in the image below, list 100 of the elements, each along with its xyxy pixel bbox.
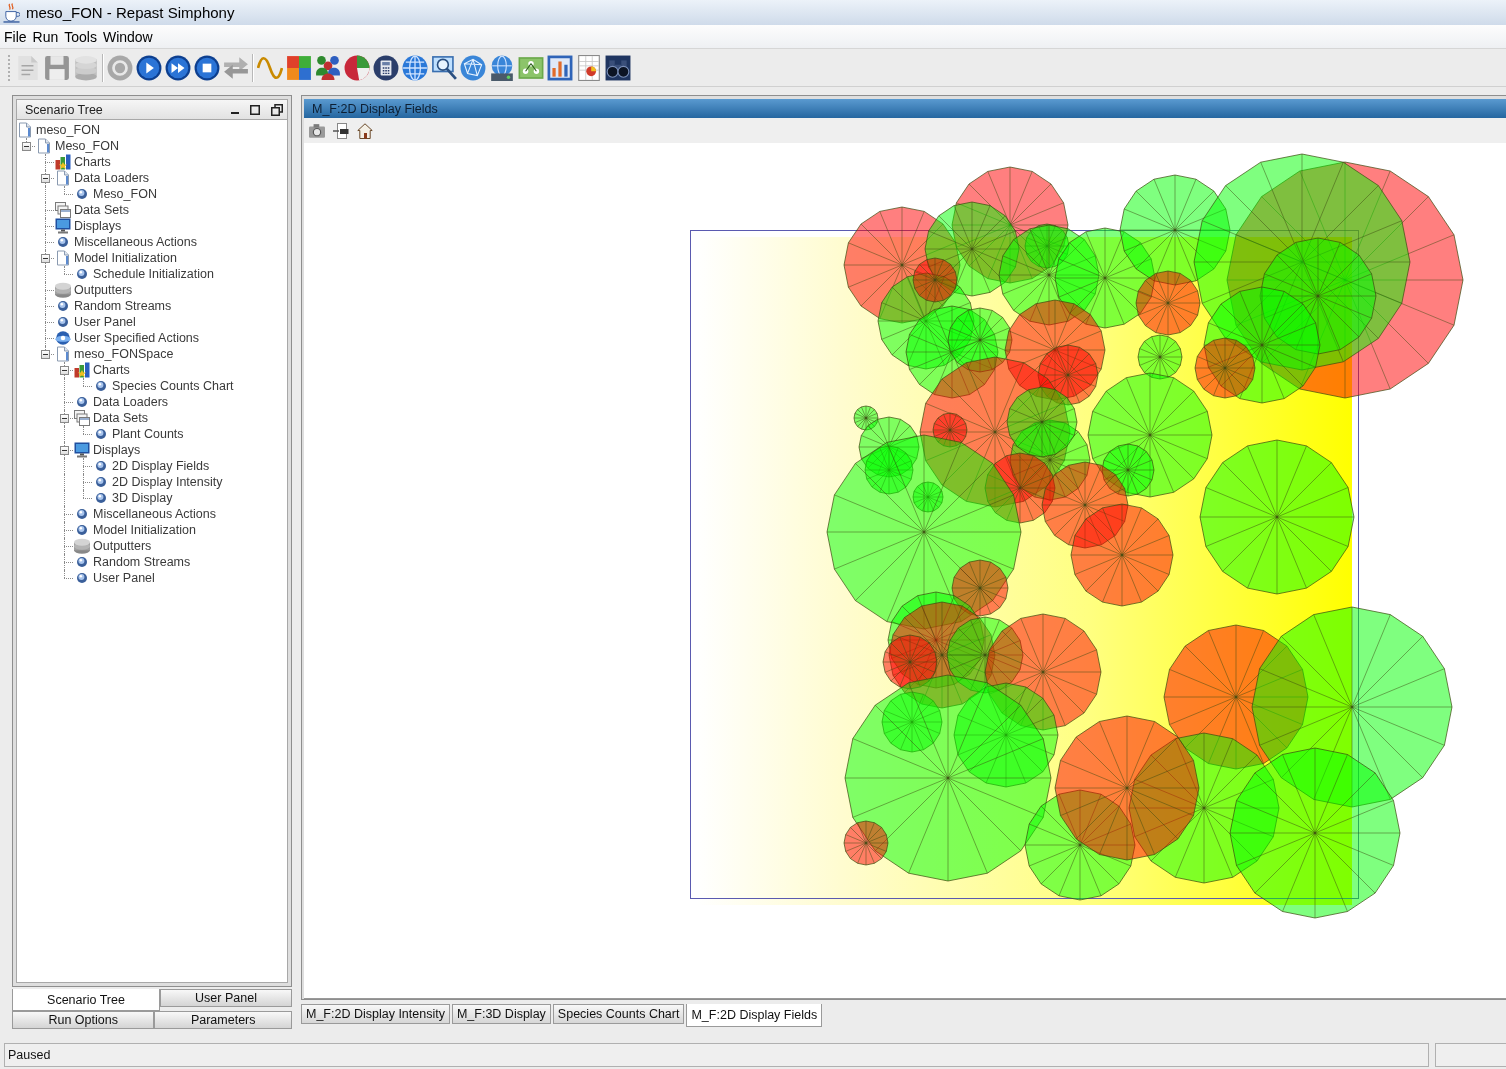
sphere-icon xyxy=(77,557,87,567)
monitor-icon xyxy=(55,218,71,234)
fast-forward-icon[interactable] xyxy=(165,54,191,81)
sphere-icon xyxy=(96,461,106,471)
windows-icon xyxy=(55,202,71,218)
tree-item[interactable]: 3D Display xyxy=(93,490,173,506)
tree-item[interactable]: Miscellaneous Actions xyxy=(74,506,216,522)
tree-item[interactable]: Model Initialization xyxy=(55,250,177,266)
document-icon xyxy=(55,250,71,266)
sphere-icon xyxy=(77,189,87,199)
tree-item[interactable]: Charts xyxy=(55,154,111,170)
collapse-toggle[interactable] xyxy=(60,366,69,375)
tree-item[interactable]: Plant Counts xyxy=(93,426,184,442)
tab[interactable]: User Panel xyxy=(160,989,292,1007)
tree-item[interactable]: Data Loaders xyxy=(74,394,169,410)
tab[interactable]: Scenario Tree xyxy=(12,989,160,1011)
tree-item[interactable]: Displays xyxy=(74,442,141,458)
tree-item[interactable]: User Specified Actions xyxy=(55,330,200,346)
magnifier-icon[interactable] xyxy=(431,54,457,81)
document-icon xyxy=(36,138,52,154)
collapse-toggle[interactable] xyxy=(22,142,31,151)
menu-item[interactable]: Run xyxy=(29,28,62,45)
spreadsheet-icon[interactable] xyxy=(576,54,602,81)
tree-item[interactable]: Species Counts Chart xyxy=(93,378,234,394)
sphere-icon xyxy=(77,397,87,407)
tree-item[interactable]: Charts xyxy=(74,362,130,378)
tab[interactable]: Species Counts Chart xyxy=(552,1004,685,1024)
tree-item[interactable]: meso_FON xyxy=(17,122,100,138)
document-icon xyxy=(55,346,71,362)
play-icon[interactable] xyxy=(136,54,162,81)
collapse-toggle[interactable] xyxy=(41,350,50,359)
tree-item[interactable]: Random Streams xyxy=(55,298,172,314)
chart-icon xyxy=(74,362,90,378)
panel-title: Scenario Tree xyxy=(25,102,104,117)
tree-item[interactable]: Random Streams xyxy=(74,554,191,570)
sphere-icon xyxy=(77,573,87,583)
network-icon[interactable] xyxy=(518,54,544,81)
tree-item[interactable]: 2D Display Fields xyxy=(93,458,210,474)
sphere-icon xyxy=(77,509,87,519)
tree-item[interactable]: Meso_FON xyxy=(36,138,119,154)
sphere-icon xyxy=(96,381,106,391)
people-icon[interactable] xyxy=(315,54,341,81)
network-globe-icon[interactable] xyxy=(460,54,486,81)
menu-item[interactable]: Tools xyxy=(61,28,100,45)
stop-icon[interactable] xyxy=(194,54,220,81)
tree-item[interactable]: Outputters xyxy=(74,538,152,554)
tree-item[interactable]: Outputters xyxy=(55,282,133,298)
display-title: M_F:2D Display Fields xyxy=(312,101,438,116)
sphere-icon xyxy=(58,237,68,247)
sphere-icon xyxy=(96,477,106,487)
collapse-toggle[interactable] xyxy=(60,446,69,455)
tab[interactable]: M_F:2D Display Fields xyxy=(686,1004,823,1027)
chart-icon xyxy=(55,154,71,170)
tab[interactable]: M_F:3D Display xyxy=(451,1004,551,1024)
sphere-arrows-icon xyxy=(55,330,71,346)
tree-item[interactable]: User Panel xyxy=(74,570,155,586)
document-arrow-icon[interactable] xyxy=(333,122,349,139)
monitor-icon xyxy=(74,442,90,458)
menu-item[interactable]: File xyxy=(1,28,30,45)
binoculars-icon[interactable] xyxy=(605,54,631,81)
tree-item[interactable]: Data Sets xyxy=(55,202,129,218)
tree-item[interactable]: User Panel xyxy=(55,314,136,330)
tree-item[interactable]: 2D Display Intensity xyxy=(93,474,223,490)
maximize-icon[interactable] xyxy=(250,104,260,115)
globe-icon[interactable] xyxy=(402,54,428,81)
bar-chart-icon[interactable] xyxy=(547,54,573,81)
cup-icon xyxy=(3,2,20,23)
tree-item[interactable]: meso_FONSpace xyxy=(55,346,174,362)
tree-item[interactable]: Schedule Initialization xyxy=(74,266,214,282)
tree-item[interactable]: Data Sets xyxy=(74,410,148,426)
tab[interactable]: Parameters xyxy=(154,1011,292,1029)
sphere-icon xyxy=(77,269,87,279)
sphere-icon xyxy=(96,493,106,503)
sphere-icon xyxy=(58,301,68,311)
calculator-icon[interactable] xyxy=(373,54,399,81)
sphere-icon xyxy=(96,429,106,439)
sphere-icon xyxy=(58,317,68,327)
document-icon xyxy=(55,170,71,186)
menu-item[interactable]: Window xyxy=(99,28,156,45)
tab[interactable]: Run Options xyxy=(12,1011,155,1029)
collapse-toggle[interactable] xyxy=(41,174,50,183)
minimize-icon[interactable] xyxy=(231,111,239,114)
tree-item[interactable]: Meso_FON xyxy=(74,186,157,202)
collapse-toggle[interactable] xyxy=(41,254,50,263)
collapse-toggle[interactable] xyxy=(60,414,69,423)
window-title: meso_FON - Repast Simphony xyxy=(26,4,235,21)
home-icon[interactable] xyxy=(357,122,373,139)
globe-server-icon[interactable] xyxy=(489,54,515,81)
pie-chart-icon[interactable] xyxy=(344,54,370,81)
color-grid-icon[interactable] xyxy=(286,54,312,81)
restore-icon[interactable] xyxy=(271,103,283,116)
tree-item[interactable]: Displays xyxy=(55,218,122,234)
status-message: Paused xyxy=(4,1043,1429,1067)
tree-item[interactable]: Data Loaders xyxy=(55,170,150,186)
sphere-icon xyxy=(77,525,87,535)
windows-icon xyxy=(74,410,90,426)
tree-item[interactable]: Model Initialization xyxy=(74,522,196,538)
camera-icon[interactable] xyxy=(309,122,325,139)
tab[interactable]: M_F:2D Display Intensity xyxy=(301,1004,450,1024)
tree-item[interactable]: Miscellaneous Actions xyxy=(55,234,197,250)
